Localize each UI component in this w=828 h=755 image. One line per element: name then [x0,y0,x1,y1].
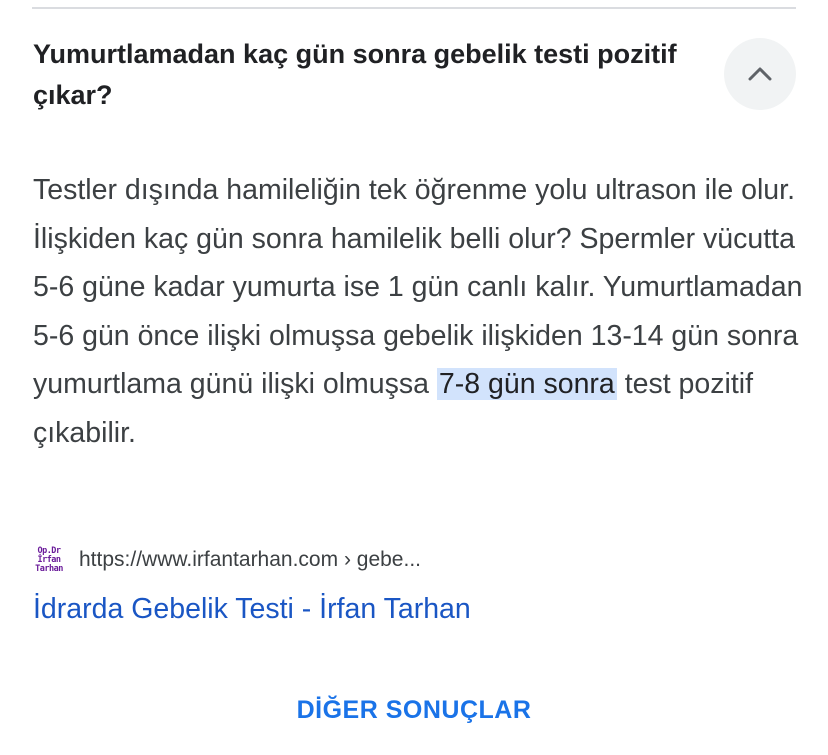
question-title[interactable]: Yumurtlamadan kaç gün sonra gebelik test… [33,34,693,116]
chevron-up-icon [748,67,772,81]
faq-panel: Yumurtlamadan kaç gün sonra gebelik test… [0,0,828,755]
collapse-button[interactable] [724,38,796,110]
site-favicon-icon: Op.Dr İrfan Tarhan [33,544,65,576]
result-link[interactable]: İdrarda Gebelik Testi - İrfan Tarhan [33,589,471,629]
source-url[interactable]: https://www.irfantarhan.com › gebe... [79,548,421,572]
source-row[interactable]: Op.Dr İrfan Tarhan https://www.irfantarh… [33,543,421,577]
answer-text: Testler dışında hamileliğin tek öğrenme … [33,166,803,458]
more-results-button[interactable]: DİĞER SONUÇLAR [0,696,828,725]
answer-text-start: Testler dışında hamileliğin tek öğrenme … [33,174,803,401]
answer-highlight: 7-8 gün sonra [436,368,617,401]
favicon-line: Tarhan [35,563,63,574]
top-divider [32,7,796,9]
